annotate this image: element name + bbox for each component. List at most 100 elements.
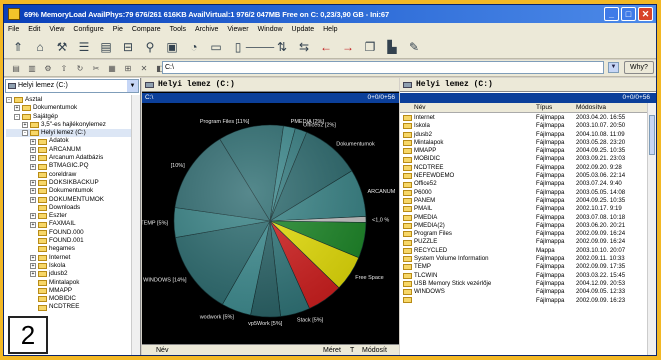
why-button[interactable]: Why?: [624, 61, 654, 74]
back-icon[interactable]: ←: [318, 39, 334, 55]
tree-item[interactable]: Mintalapok: [6, 279, 138, 287]
expand-icon[interactable]: +: [30, 146, 36, 153]
menu-item[interactable]: Configure: [73, 26, 103, 33]
paste-icon[interactable]: ▦: [106, 62, 118, 74]
tree-item[interactable]: NCDTREE: [6, 303, 138, 311]
tree-item[interactable]: MMAPP: [6, 287, 138, 295]
tree-item[interactable]: - Helyi lemez (C:): [6, 129, 138, 138]
list-icon[interactable]: ☰: [76, 39, 92, 55]
binoculars-icon[interactable]: ⚲: [142, 39, 158, 55]
file-row[interactable]: TEMP Fájlmappa 2002.09.09. 17:35: [400, 263, 647, 271]
file-row[interactable]: PMAIL Fájlmappa 2002.10.17. 9:19: [400, 205, 647, 213]
expand-icon[interactable]: +: [30, 138, 36, 145]
file-row[interactable]: Iskola Fájlmappa 2003.10.07. 20:50: [400, 122, 647, 130]
maximize-button[interactable]: □: [621, 7, 636, 21]
delete-icon[interactable]: ✕: [138, 62, 150, 74]
file-list-scrollbar[interactable]: [647, 103, 656, 355]
file-row[interactable]: P6000 Fájlmappa 2003.05.05. 14:08: [400, 189, 647, 197]
file-row[interactable]: USB Memory Stick vezérlője Fájlmappa 2004.…: [400, 280, 647, 288]
file-row[interactable]: MOBIDIC Fájlmappa 2003.09.21. 23:03: [400, 155, 647, 163]
tree-item[interactable]: FOUND.001: [6, 237, 138, 245]
expand-icon[interactable]: +: [30, 254, 36, 261]
expand-icon[interactable]: +: [30, 271, 36, 278]
path-dropdown-icon[interactable]: ▼: [608, 62, 619, 73]
filter-icon[interactable]: ⸻: [245, 39, 275, 55]
expand-icon[interactable]: +: [30, 163, 36, 170]
file-row[interactable]: Office52 Fájlmappa 2003.07.24. 9:40: [400, 180, 647, 188]
menu-item[interactable]: Pie: [113, 26, 123, 33]
tree-item[interactable]: +3,5"-es hajlékonylemez: [6, 121, 138, 129]
filter-icon[interactable]: ⊞: [122, 62, 134, 74]
tree-item[interactable]: + Arcanum Adatbázis: [6, 154, 138, 162]
up-dir-icon[interactable]: ⇧: [58, 62, 70, 74]
panes-icon[interactable]: ▭: [208, 39, 224, 55]
expand-icon[interactable]: +: [22, 122, 28, 129]
tree-item[interactable]: + Adatok: [6, 137, 138, 145]
swap-icon[interactable]: ⇆: [296, 39, 312, 55]
path-input[interactable]: C:\: [162, 61, 604, 74]
file-row[interactable]: Mintalapok Fájlmappa 2003.05.28. 23:20: [400, 139, 647, 147]
col-type[interactable]: T: [350, 345, 354, 355]
expand-icon[interactable]: +: [30, 188, 36, 195]
expand-icon[interactable]: +: [30, 180, 36, 187]
menu-item[interactable]: Help: [323, 26, 337, 33]
tree-item[interactable]: + Eszter: [6, 212, 138, 220]
tree-scrollbar[interactable]: [131, 95, 140, 355]
menu-item[interactable]: Tools: [170, 26, 186, 33]
col-name[interactable]: Név: [414, 103, 426, 113]
file-pane-header[interactable]: Helyi lemez (C:): [400, 78, 656, 92]
tree-item[interactable]: + DOKSIKBACKUP: [6, 179, 138, 187]
tree-item[interactable]: coreldraw: [6, 171, 138, 179]
tree-icon[interactable]: ⊟: [120, 39, 136, 55]
tools-icon[interactable]: ⚒: [54, 39, 70, 55]
pie-chart-area[interactable]: Program Files [11%] PMEDIA [2%] Office52 […: [140, 103, 399, 344]
file-row[interactable]: PUZZLE Fájlmappa 2002.09.09. 16:24: [400, 238, 647, 246]
drive-combo[interactable]: Helyi lemez (C:) ▼: [5, 79, 139, 93]
menu-item[interactable]: File: [8, 26, 19, 33]
file-row[interactable]: NEFEWDEMO Fájlmappa 2005.03.06. 22:14: [400, 172, 647, 180]
split-icon[interactable]: ▯: [230, 39, 246, 55]
file-row[interactable]: System Volume Information Fájlmappa 2002.0…: [400, 255, 647, 263]
col-type[interactable]: Típus: [536, 103, 552, 113]
folder-icon[interactable]: ▤: [10, 62, 22, 74]
menu-item[interactable]: Archive: [195, 26, 218, 33]
properties-icon[interactable]: ✎: [406, 39, 422, 55]
file-row[interactable]: Program Files Fájlmappa 2002.09.09. 16:24: [400, 230, 647, 238]
chart-icon[interactable]: ▙: [384, 39, 400, 55]
expand-icon[interactable]: +: [14, 105, 20, 112]
scrollbar-thumb[interactable]: [649, 115, 655, 155]
tree-item[interactable]: + ARCANUM: [6, 146, 138, 154]
pie-pane-header[interactable]: Helyi lemez (C:): [142, 78, 399, 92]
col-size[interactable]: Méret: [323, 345, 341, 355]
tree-item[interactable]: + jdusb2: [6, 270, 138, 278]
col-name[interactable]: Név: [156, 345, 168, 355]
tree-item[interactable]: - Sajátgép: [6, 113, 138, 121]
tree-item[interactable]: + Dokumentumok: [6, 104, 138, 112]
details-icon[interactable]: ▤: [98, 39, 114, 55]
sort-icon[interactable]: ⇅: [274, 39, 290, 55]
menu-item[interactable]: Edit: [28, 26, 40, 33]
file-row[interactable]: WINDOWS Fájlmappa 2004.09.05. 12:33: [400, 288, 647, 296]
pie-chart[interactable]: Program Files [11%] PMEDIA [2%]Office52 […: [140, 103, 399, 344]
file-row[interactable]: PMEDIA Fájlmappa 2003.07.08. 10:18: [400, 214, 647, 222]
file-row[interactable]: TLCWIN Fájlmappa 2003.03.22. 15:45: [400, 272, 647, 280]
menu-item[interactable]: Compare: [132, 26, 161, 33]
file-row[interactable]: PANEM Fájlmappa 2004.09.25. 10:35: [400, 197, 647, 205]
tree-item[interactable]: + BTMAGIC.PQ: [6, 162, 138, 170]
collapse-icon[interactable]: -: [22, 130, 28, 137]
file-row[interactable]: NCDTREE Fájlmappa 2002.09.20. 9:28: [400, 164, 647, 172]
cut-icon[interactable]: ✂: [90, 62, 102, 74]
tree-item[interactable]: Downloads: [6, 204, 138, 212]
minimize-button[interactable]: _: [604, 7, 619, 21]
file-row[interactable]: Internet Fájlmappa 2003.04.20. 16:55: [400, 114, 647, 122]
tree-item[interactable]: + DOKUMENTUMOK: [6, 196, 138, 204]
title-bar[interactable]: 69% MemoryLoad AvailPhys:79 676/261 616K…: [4, 5, 656, 23]
forward-icon[interactable]: →: [340, 39, 356, 55]
copy-icon[interactable]: ❐: [362, 39, 378, 55]
expand-icon[interactable]: +: [30, 221, 36, 228]
expand-icon[interactable]: +: [30, 263, 36, 270]
collapse-icon[interactable]: -: [14, 113, 20, 120]
up-icon[interactable]: ⇑: [10, 39, 26, 55]
tree-item[interactable]: hegames: [6, 245, 138, 253]
file-row[interactable]: jdusb2 Fájlmappa 2004.10.08. 11:09: [400, 131, 647, 139]
